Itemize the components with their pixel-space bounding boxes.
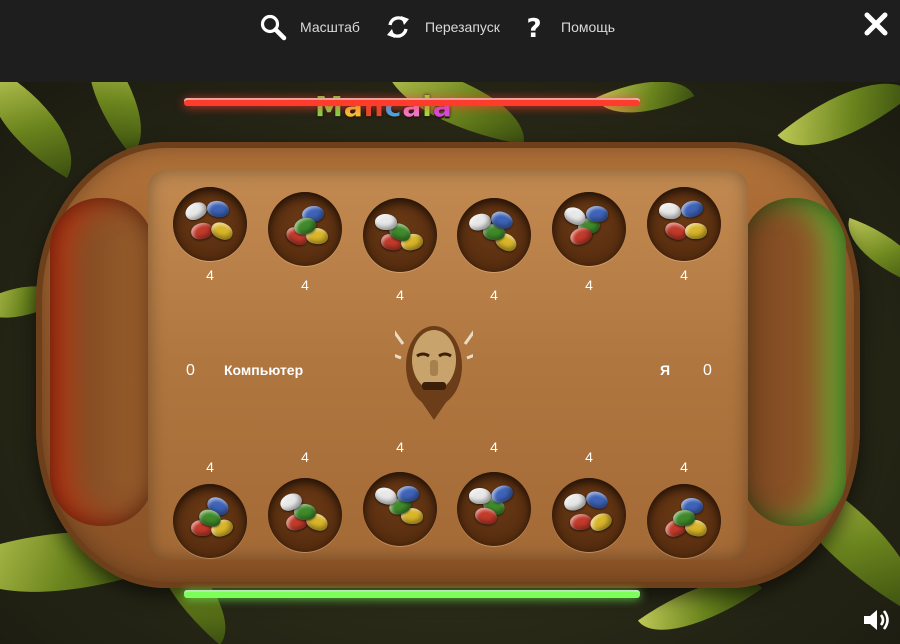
player-pit-4[interactable]: [457, 472, 531, 546]
svg-text:?: ?: [526, 14, 541, 41]
player-pit-1[interactable]: [173, 484, 247, 558]
help-label: Помощь: [561, 19, 616, 35]
restart-label: Перезапуск: [425, 19, 500, 35]
stone: [206, 199, 230, 219]
player-pit-count: 4: [301, 449, 309, 465]
player-pit-count: 4: [396, 439, 404, 455]
computer-pit-4: [457, 198, 531, 272]
computer-pit-count: 4: [206, 267, 214, 283]
jungle-leaf: [777, 82, 900, 178]
question-mark-icon: ?: [519, 12, 549, 42]
computer-score: 0: [186, 362, 195, 379]
stone: [182, 198, 210, 224]
computer-pit-1: [173, 187, 247, 261]
stone: [658, 202, 682, 220]
restart-arrows-icon: [383, 12, 413, 42]
stone: [586, 206, 608, 222]
stone: [396, 484, 420, 504]
computer-label: Компьютер: [224, 362, 304, 378]
stone: [374, 213, 398, 231]
computer-pit-count: 4: [490, 287, 498, 303]
player-pit-count: 4: [490, 439, 498, 455]
stone: [208, 219, 236, 243]
top-toolbar: Масштаб Перезапуск ? Помощь: [0, 0, 900, 82]
help-button[interactable]: ? Помощь: [519, 10, 615, 44]
computer-pit-3: [363, 198, 437, 272]
computer-pit-6: [647, 187, 721, 261]
game-logo: Mancala: [315, 90, 453, 123]
stone: [679, 197, 705, 221]
zoom-label: Масштаб: [300, 19, 360, 35]
computer-store: [50, 198, 154, 526]
jungle-leaf: [0, 82, 97, 178]
logo-letter: n: [363, 90, 385, 123]
close-icon: [864, 12, 888, 36]
magnifier-icon: [258, 12, 288, 42]
player-label: Я: [660, 362, 671, 378]
stone: [584, 489, 610, 511]
logo-letter: c: [384, 90, 403, 123]
jungle-leaf: [595, 82, 695, 135]
stone: [561, 490, 589, 514]
computer-pit-2: [268, 192, 342, 266]
computer-pit-count: 4: [680, 267, 688, 283]
speaker-icon: [864, 610, 889, 630]
computer-side-indicator: [184, 100, 640, 106]
player-side-indicator: [184, 592, 640, 598]
player-pit-2[interactable]: [268, 478, 342, 552]
player-pit-5[interactable]: [552, 478, 626, 552]
player-store: [742, 198, 846, 526]
player-pit-6[interactable]: [647, 484, 721, 558]
sound-toggle-button[interactable]: [860, 604, 892, 636]
logo-letter: M: [315, 90, 344, 123]
computer-pit-count: 4: [396, 287, 404, 303]
logo-letter: a: [432, 90, 453, 123]
zoom-button[interactable]: Масштаб: [258, 10, 360, 44]
computer-pit-5: [552, 192, 626, 266]
tribal-mask-icon: [395, 326, 473, 420]
player-pit-count: 4: [680, 459, 688, 475]
stone: [684, 222, 708, 240]
player-score: 0: [703, 362, 712, 379]
logo-letter: a: [343, 90, 364, 123]
logo-letter: a: [402, 90, 423, 123]
player-pit-count: 4: [585, 449, 593, 465]
restart-button[interactable]: Перезапуск: [383, 10, 500, 44]
stone: [468, 487, 492, 505]
stone: [587, 509, 615, 535]
game-scene: Mancala 4 4 4 4 4 4 4 4 4 4 4 4 0 Компью…: [0, 82, 900, 644]
logo-letter: l: [422, 90, 433, 123]
computer-pit-count: 4: [585, 277, 593, 293]
player-pit-count: 4: [206, 459, 214, 475]
computer-pit-count: 4: [301, 277, 309, 293]
player-pit-3[interactable]: [363, 472, 437, 546]
close-button[interactable]: [862, 10, 890, 38]
